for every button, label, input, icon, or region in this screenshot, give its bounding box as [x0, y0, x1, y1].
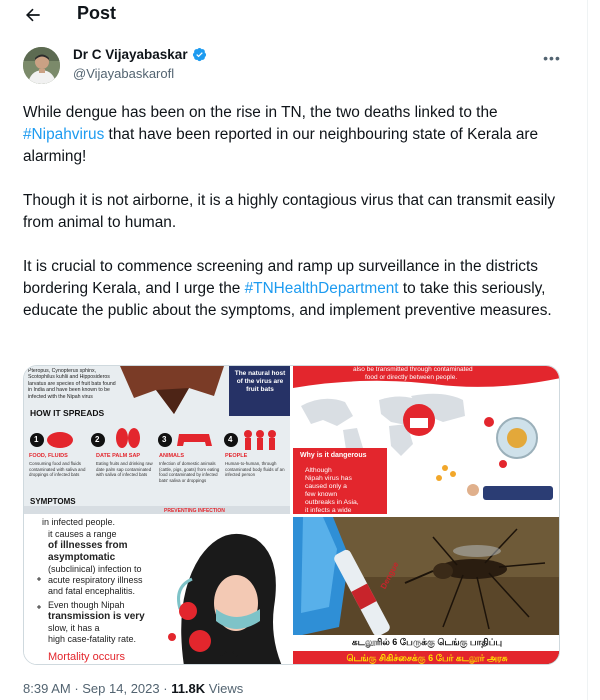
hashtag-tnhealthdepartment[interactable]: #TNHealthDepartment — [245, 280, 399, 297]
tile-text-line: it causes a range — [48, 529, 117, 539]
tile-text-line: Even though Nipah — [48, 600, 125, 610]
media-image-1[interactable]: Pteropus, Cynopterus sphinx, Scotophilus… — [24, 366, 290, 514]
post-date[interactable]: Sep 14, 2023 — [82, 681, 159, 696]
media-image-2[interactable]: also be transmitted through contaminated… — [293, 366, 559, 514]
hashtag-nipahvirus[interactable]: #Nipahvirus — [23, 126, 104, 143]
step-description: Consuming food and fluids contaminated w… — [29, 461, 86, 478]
post-detail-view: Post Dr C Vijayabaskar @Vijayabaskarofl … — [0, 0, 588, 700]
danger-body-line: it infects a wide — [305, 507, 352, 514]
author-handle[interactable]: @Vijayabaskarofl — [73, 66, 174, 81]
author-name-row[interactable]: Dr C Vijayabaskar — [73, 47, 207, 62]
views-count: 11.8K — [171, 681, 206, 696]
avatar[interactable] — [23, 47, 60, 84]
tile-text-line: slow, it has a — [48, 623, 100, 633]
tile-text-line: high case-fatality rate. — [48, 634, 137, 644]
preventing-infection-label: PREVENTING INFECTION — [164, 508, 225, 514]
media-image-3[interactable]: in infected people. it causes a range of… — [24, 517, 290, 664]
tweet-paragraph: It is crucial to commence screening and … — [23, 256, 568, 322]
more-dots-icon: ••• — [543, 50, 561, 66]
step-title: FOOD, FLUIDS — [29, 453, 68, 459]
tile-text-line: transmission is very — [48, 611, 145, 622]
step-number: 4 — [228, 435, 233, 444]
news-caption-1: கடலூரில் 6 பேருக்கு டெங்கு பாதிப்பு — [351, 637, 503, 647]
bat-species-text: Pteropus, Cynopterus sphinx, Scotophilus… — [28, 368, 116, 400]
tile-footer: Mortality occurs — [48, 651, 126, 663]
separator: · — [70, 681, 83, 696]
tile-text-line: and fatal encephalitis. — [48, 586, 136, 596]
tweet-paragraph: Though it is not airborne, it is a highl… — [23, 192, 556, 231]
tweet-paragraph: While dengue has been on the rise in TN,… — [23, 102, 568, 168]
step-title: ANIMALS — [159, 453, 185, 459]
step-title: DATE PALM SAP — [96, 453, 141, 459]
danger-body-line: Nipah virus has — [305, 475, 352, 482]
back-button[interactable] — [20, 2, 46, 28]
page-header: Post — [0, 0, 588, 32]
transmission-text: food or directly between people. — [365, 374, 458, 381]
news-caption-2: டெங்கு சிகிச்சைக்கு 6 பேர் கடலூர் அரசு — [346, 653, 508, 663]
media-image-4[interactable]: Dengue கடலூரில் 6 பேருக்கு டெங்கு பாதிப்… — [293, 517, 559, 664]
tweet-text: While dengue has been on the rise in TN,… — [23, 102, 568, 344]
danger-body-line: Although — [305, 467, 332, 474]
why-dangerous-label: Why is it dangerous — [300, 452, 367, 459]
arrow-left-icon — [26, 8, 40, 22]
post-time[interactable]: 8:39 AM — [23, 681, 71, 696]
danger-body-line: few known — [305, 491, 338, 498]
symptoms-title: SYMPTOMS — [30, 497, 76, 506]
tile-text-line: of illnesses from — [48, 540, 128, 551]
media-grid: Pteropus, Cynopterus sphinx, Scotophilus… — [23, 365, 560, 665]
views-label: Views — [205, 681, 244, 696]
tile-text-line: asymptomatic — [48, 552, 116, 563]
more-options-button[interactable]: ••• — [540, 48, 564, 68]
page-title: Post — [77, 3, 117, 23]
post-metadata: 8:39 AM · Sep 14, 2023 · 11.8K Views — [23, 681, 243, 696]
natural-host-note: The natural host of the virus are fruit … — [234, 370, 286, 393]
step-description: Eating fruits and drinking raw date palm… — [96, 461, 153, 478]
step-number: 2 — [95, 435, 100, 444]
step-description: Infection of domestic animals (cattle, p… — [159, 461, 220, 483]
how-it-spreads-title: HOW IT SPREADS — [30, 408, 105, 418]
tweet-text-run: While dengue has been on the rise in TN,… — [23, 104, 498, 121]
step-number: 1 — [34, 435, 39, 444]
step-title: PEOPLE — [225, 453, 248, 459]
danger-body-line: outbreaks in Asia, — [305, 499, 359, 506]
separator: · — [159, 681, 172, 696]
step-description: Human-to-human, through contaminated bod… — [225, 461, 285, 478]
step-number: 3 — [162, 435, 167, 444]
author-name[interactable]: Dr C Vijayabaskar — [73, 47, 188, 62]
tile-text-line: in infected people. — [42, 517, 116, 527]
transmission-text: also be transmitted through contaminated — [353, 366, 473, 373]
verified-badge-icon — [192, 47, 206, 62]
tile-text-line: (subclinical) infection to — [48, 564, 142, 574]
tile-text-line: acute respiratory illness — [48, 575, 143, 585]
danger-body-line: caused only a — [305, 483, 347, 490]
